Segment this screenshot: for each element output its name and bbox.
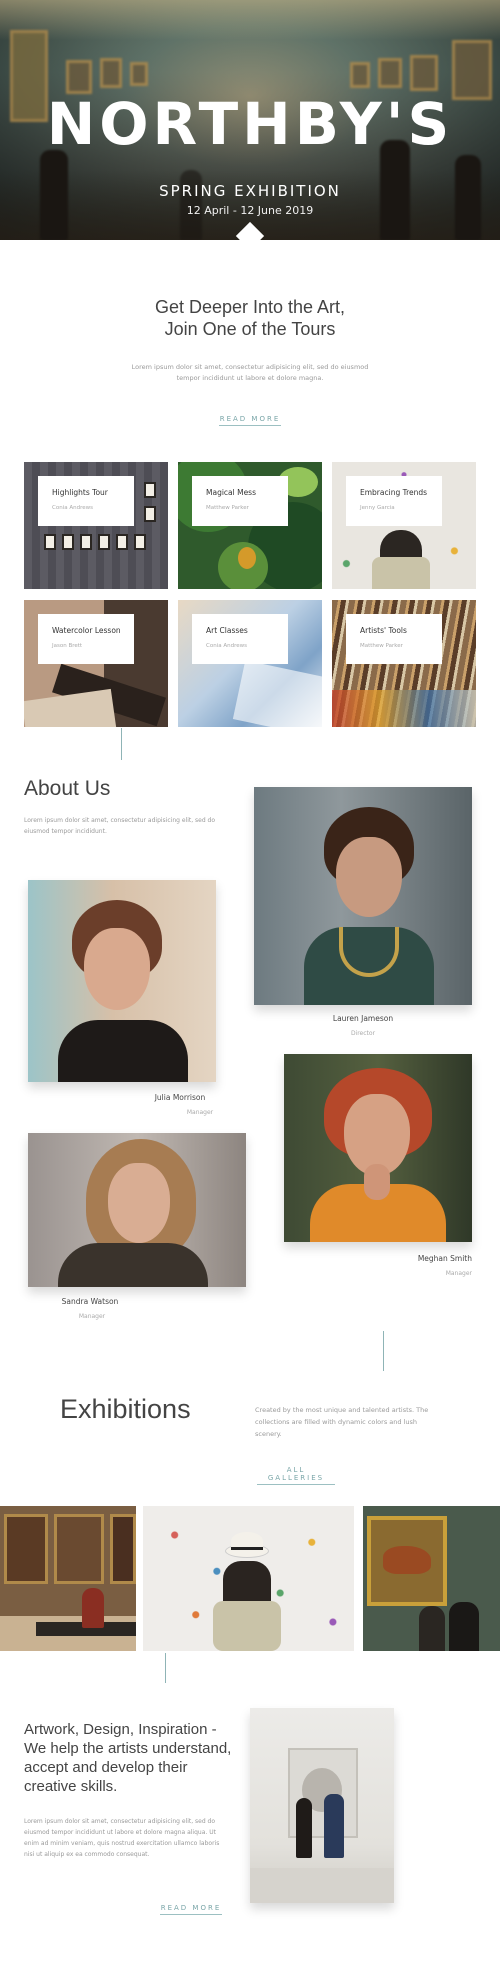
person-role: Director [350,1030,376,1037]
hero-banner: NORTHBY'S SPRING EXHIBITION 12 April - 1… [0,0,500,240]
divider-line [121,728,122,760]
tour-title: Magical Mess [206,488,256,497]
person-role: Manager [78,1313,106,1320]
artwork-read-more-link[interactable]: READ MORE [160,1904,222,1915]
divider-line [165,1653,166,1683]
about-text: Lorem ipsum dolor sit amet, consectetur … [24,817,216,835]
hero-subtitle: SPRING EXHIBITION [159,182,341,200]
tour-title: Highlights Tour [52,488,108,497]
tour-title: Embracing Trends [360,488,428,497]
portrait-lauren [254,787,472,1005]
tour-author: Conia Andrews [206,643,247,649]
tour-card: Embracing Trends Jenny Garcia [346,476,442,526]
tour-card: Highlights Tour Conia Andrews [38,476,134,526]
person-role: Manager [445,1270,472,1277]
tour-title: Art Classes [206,626,248,635]
person-name: Sandra Watson [61,1297,119,1306]
tour-tile-magical-mess[interactable]: Magical Mess Matthew Parker [178,462,322,589]
gallery-image-3[interactable] [363,1506,500,1651]
portrait-meghan [284,1054,472,1242]
person-name: Meghan Smith [417,1254,472,1263]
person-name: Julia Morrison [154,1093,206,1102]
tour-author: Jason Brett [52,643,83,649]
artwork-title: Artwork, Design, Inspiration - We help t… [24,1721,232,1795]
hero-dates: 12 April - 12 June 2019 [186,204,314,217]
all-galleries-link[interactable]: ALL GALLERIES [257,1466,335,1485]
tour-author: Conia Andrews [52,505,93,511]
tour-author: Jenny Garcia [360,505,395,511]
exhibitions-title: Exhibitions [60,1394,191,1424]
tour-tile-artists-tools[interactable]: Artists' Tools Matthew Parker [332,600,476,727]
hero-title: NORTHBY'S [46,90,454,158]
intro-title: Get Deeper Into the Art, Join One of the… [154,297,346,339]
intro-read-more-link[interactable]: READ MORE [219,415,281,426]
portrait-julia [28,880,216,1082]
person-name: Lauren Jameson [332,1014,394,1023]
about-title: About Us [24,777,111,800]
tour-tile-embracing-trends[interactable]: Embracing Trends Jenny Garcia [332,462,476,589]
tour-card: Watercolor Lesson Jason Brett [38,614,134,664]
tour-author: Matthew Parker [360,643,403,649]
tour-card: Magical Mess Matthew Parker [192,476,288,526]
tour-title: Watercolor Lesson [52,626,121,635]
exhibitions-text: Created by the most unique and talented … [255,1406,429,1438]
tour-card: Art Classes Conia Andrews [192,614,288,664]
portrait-sandra [28,1133,246,1287]
tour-tile-highlights[interactable]: Highlights Tour Conia Andrews [24,462,168,589]
intro-text: Lorem ipsum dolor sit amet, consectetur … [131,363,369,382]
tour-tile-watercolor[interactable]: Watercolor Lesson Jason Brett [24,600,168,727]
tour-card: Artists' Tools Matthew Parker [346,614,442,664]
gallery-image-2[interactable] [143,1506,354,1651]
artwork-image [250,1708,394,1903]
person-role: Manager [186,1109,214,1116]
gallery-image-1[interactable] [0,1506,136,1651]
artwork-text: Lorem ipsum dolor sit amet, consectetur … [24,1818,220,1858]
divider-line [383,1331,384,1371]
tour-tile-art-classes[interactable]: Art Classes Conia Andrews [178,600,322,727]
tour-title: Artists' Tools [360,626,407,635]
tour-author: Matthew Parker [206,505,249,511]
